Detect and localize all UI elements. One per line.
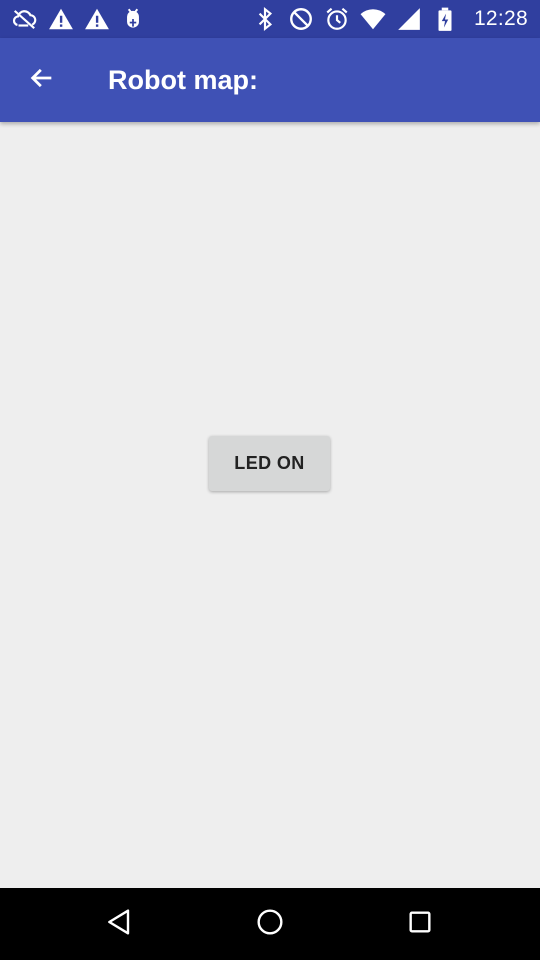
- page-title: Robot map:: [108, 64, 258, 95]
- cloud-off-icon: [12, 6, 38, 32]
- status-left-icons: [12, 6, 146, 32]
- back-triangle-icon: [104, 906, 136, 943]
- main-content: LED ON: [0, 122, 540, 888]
- home-circle-icon: [254, 906, 286, 943]
- do-not-disturb-icon: [288, 6, 314, 32]
- status-right-icons: 12:28: [252, 6, 528, 32]
- android-debug-icon: [120, 6, 146, 32]
- back-button[interactable]: [14, 52, 70, 108]
- alarm-icon: [324, 6, 350, 32]
- battery-charging-icon: [432, 6, 458, 32]
- wifi-icon: [360, 6, 386, 32]
- warning-icon: [84, 6, 110, 32]
- led-on-button[interactable]: LED ON: [209, 436, 330, 491]
- status-bar: 12:28: [0, 0, 540, 38]
- bluetooth-icon: [252, 6, 278, 32]
- signal-icon: [396, 6, 422, 32]
- warning-icon: [48, 6, 74, 32]
- status-clock: 12:28: [473, 7, 528, 30]
- arrow-back-icon: [28, 64, 56, 97]
- recents-square-icon: [404, 906, 436, 943]
- app-bar: Robot map:: [0, 38, 540, 122]
- nav-recents-button[interactable]: [394, 898, 446, 950]
- navigation-bar: [0, 888, 540, 960]
- nav-home-button[interactable]: [244, 898, 296, 950]
- nav-back-button[interactable]: [94, 898, 146, 950]
